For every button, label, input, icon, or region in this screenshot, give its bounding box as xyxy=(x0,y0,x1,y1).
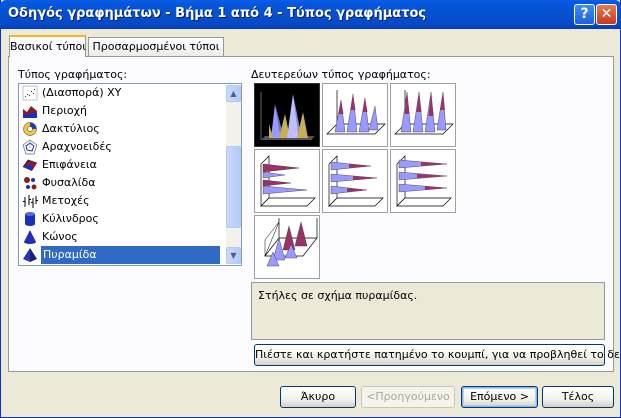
cylinder-icon xyxy=(25,212,35,226)
area-icon xyxy=(23,106,37,118)
list-item-label: Μετοχές xyxy=(42,194,90,207)
list-item-label: Κύλινδρος xyxy=(42,212,99,225)
radar-icon xyxy=(22,139,38,155)
title-bar[interactable]: Οδηγός γραφημάτων - Βήμα 1 από 4 - Τύπος… xyxy=(0,0,621,29)
close-button[interactable]: ✕ xyxy=(596,4,617,25)
cone-icon xyxy=(24,230,36,244)
chart-wizard-dialog: Οδηγός γραφημάτων - Βήμα 1 από 4 - Τύπος… xyxy=(0,0,621,418)
subtype-stacked-pyramid[interactable] xyxy=(322,83,388,147)
scroll-up-button[interactable]: ▲ xyxy=(226,85,241,102)
list-item-label: Επιφάνεια xyxy=(42,158,97,171)
scroll-down-button[interactable]: ▼ xyxy=(226,247,241,264)
subtype-clustered-bar-pyramid[interactable] xyxy=(254,149,320,213)
list-item-label: Πυραμίδα xyxy=(41,246,220,264)
bubble-icon xyxy=(24,177,37,190)
list-item[interactable]: Μετοχές xyxy=(21,192,224,210)
list-item-label: Κώνος xyxy=(42,230,78,243)
tab-standard-types[interactable]: Βασικοί τύποι xyxy=(9,35,86,57)
list-item[interactable]: Περιοχή xyxy=(21,102,224,120)
finish-button[interactable]: Τέλος xyxy=(542,386,614,408)
tab-custom-types[interactable]: Προσαρμοσμένοι τύποι xyxy=(88,37,224,57)
subtype-percent-stacked-pyramid[interactable] xyxy=(390,83,456,147)
next-button[interactable]: Επόμενο > xyxy=(461,386,538,408)
help-button[interactable]: ? xyxy=(574,4,595,25)
list-item[interactable]: Κώνος xyxy=(21,228,224,246)
list-item-label: Περιοχή xyxy=(42,104,87,117)
subtype-stacked-bar-pyramid[interactable] xyxy=(322,149,388,213)
surface-icon xyxy=(22,159,38,171)
list-item-label: Φυσαλίδα xyxy=(42,176,96,189)
list-item[interactable]: Κύλινδρος xyxy=(21,210,224,228)
subtype-label: Δευτερεύων τύπος γραφήματος: xyxy=(251,68,431,81)
scatter-icon xyxy=(22,85,38,101)
back-button: <Προηγούμενο xyxy=(361,386,455,408)
window-title: Οδηγός γραφημάτων - Βήμα 1 από 4 - Τύπος… xyxy=(8,6,427,21)
list-scrollbar[interactable]: ▲ ▼ xyxy=(226,85,241,264)
cancel-button[interactable]: Άκυρο xyxy=(280,386,356,408)
press-and-hold-preview-button[interactable]: Πιέστε και κρατήστε πατημένο το κουμπί, … xyxy=(254,344,621,366)
stock-icon xyxy=(23,195,38,208)
subtype-3d-pyramid[interactable] xyxy=(254,215,320,279)
list-item-label: Δακτύλιος xyxy=(42,122,100,135)
pyramid-icon xyxy=(23,248,37,262)
list-item[interactable]: Αραχνοειδές xyxy=(21,138,224,156)
subtype-percent-stacked-bar-pyramid[interactable] xyxy=(390,149,456,213)
list-item-selected[interactable]: Πυραμίδα xyxy=(21,246,224,264)
chart-type-list[interactable]: (Διασπορά) XY Περιοχή Δακτύλιος Αραχνοει… xyxy=(18,83,242,266)
list-item-label: (Διασπορά) XY xyxy=(42,86,122,99)
doughnut-icon xyxy=(23,122,37,136)
list-item[interactable]: Επιφάνεια xyxy=(21,156,224,174)
subtype-clustered-pyramid[interactable] xyxy=(254,83,320,147)
list-item[interactable]: Φυσαλίδα xyxy=(21,174,224,192)
chart-type-label: Τύπος γραφήματος: xyxy=(18,68,128,81)
list-item-label: Αραχνοειδές xyxy=(42,140,112,153)
scroll-thumb[interactable] xyxy=(226,146,241,228)
list-item[interactable]: Δακτύλιος xyxy=(21,120,224,138)
list-item[interactable]: (Διασπορά) XY xyxy=(21,84,224,102)
subtype-description: Στήλες σε σχήμα πυραμίδας. xyxy=(251,282,605,340)
